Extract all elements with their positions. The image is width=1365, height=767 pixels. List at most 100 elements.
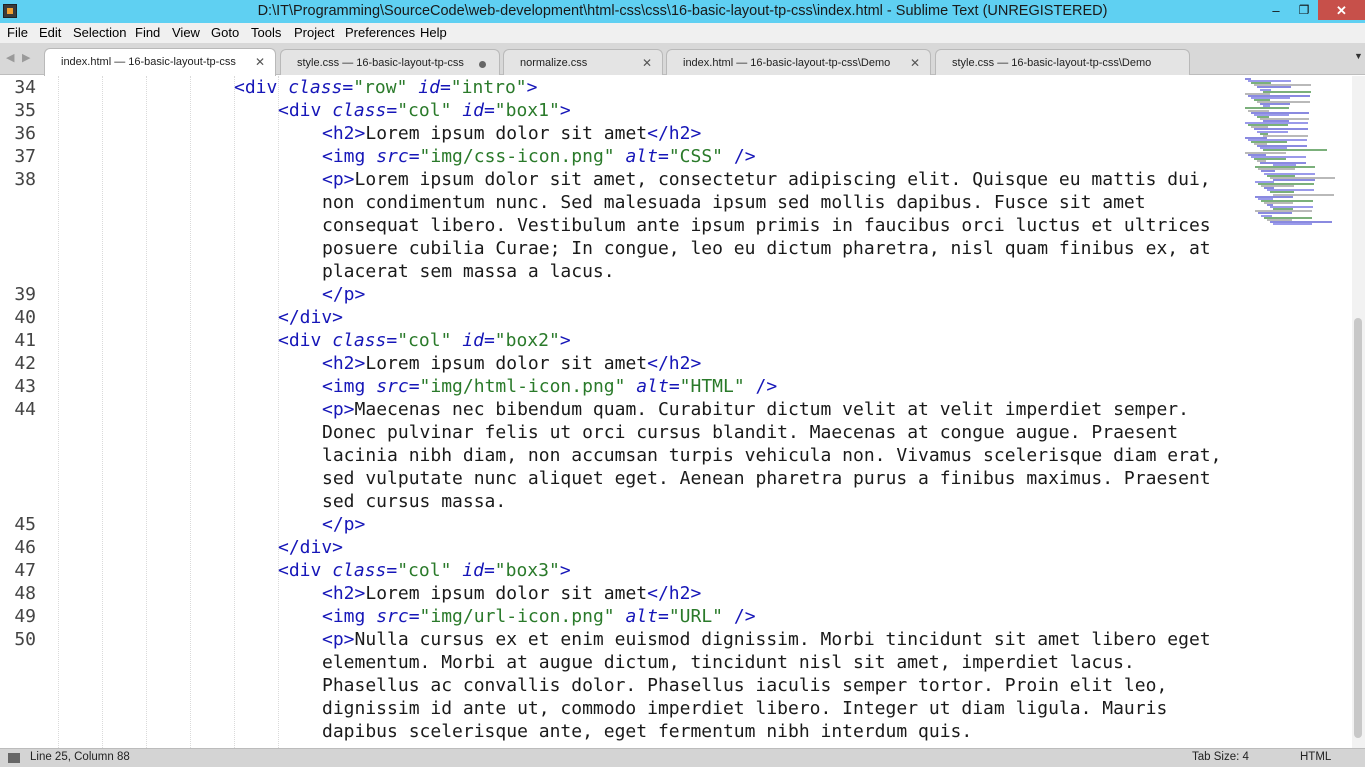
code-token: = [342,77,354,98]
code-line[interactable]: <p>Nulla cursus ex et enim euismod digni… [322,629,1211,650]
tab-close-icon[interactable]: ✕ [642,56,652,70]
menu-find[interactable]: Find [135,25,160,40]
tab-label: style.css — 16-basic-layout-tp-css [297,57,464,69]
code-line[interactable]: </p> [322,284,365,305]
code-line[interactable]: <div class="col" id="box3"> [278,560,571,581]
vertical-scrollbar[interactable] [1352,76,1365,748]
code-line[interactable]: elementum. Morbi at augue dictum, tincid… [322,652,1135,673]
code-token: id [418,77,440,98]
code-token: = [386,560,398,581]
code-token: = [408,376,420,397]
menu-goto[interactable]: Goto [211,25,239,40]
code-token: consequat libero. Vestibulum ante ipsum … [322,215,1211,236]
code-line[interactable]: <img src="img/css-icon.png" alt="CSS" /> [322,146,756,167]
menu-edit[interactable]: Edit [39,25,61,40]
code-token: <p> [322,399,355,420]
code-line[interactable]: </div> [278,537,343,558]
code-token: = [408,606,420,627]
code-line[interactable]: consequat libero. Vestibulum ante ipsum … [322,215,1211,236]
code-line[interactable]: <h2>Lorem ipsum dolor sit amet</h2> [322,583,701,604]
tab-demo-index-html[interactable]: index.html — 16-basic-layout-tp-css\Demo… [666,49,931,75]
code-token: alt [636,376,669,397]
code-token: "box1" [494,100,560,121]
menu-selection[interactable]: Selection [73,25,126,40]
tab-normalize-css[interactable]: normalize.css ✕ [503,49,663,75]
scroll-thumb[interactable] [1354,318,1362,738]
code-line[interactable]: non condimentum nunc. Sed malesuada ipsu… [322,192,1146,213]
maximize-button[interactable]: ❐ [1290,0,1318,21]
code-line[interactable]: <div class="col" id="box1"> [278,100,571,121]
code-token: "intro" [450,77,527,98]
menu-tools[interactable]: Tools [251,25,281,40]
code-line[interactable]: <h2>Lorem ipsum dolor sit amet</h2> [322,123,701,144]
code-line[interactable]: Phasellus ac convallis dolor. Phasellus … [322,675,1167,696]
code-token: "col" [397,100,452,121]
code-line[interactable]: <img src="img/html-icon.png" alt="HTML" … [322,376,777,397]
tab-label: index.html — 16-basic-layout-tp-css\Demo [683,57,891,69]
code-line[interactable]: <h2>Lorem ipsum dolor sit amet</h2> [322,353,701,374]
menu-view[interactable]: View [172,25,200,40]
code-token: src [376,606,409,627]
syntax-indicator[interactable]: HTML [1300,751,1331,763]
code-line[interactable]: sed cursus massa. [322,491,506,512]
close-button[interactable]: ✕ [1318,0,1365,20]
tab-demo-style-css[interactable]: style.css — 16-basic-layout-tp-css\Demo [935,49,1190,75]
code-line[interactable]: <img src="img/url-icon.png" alt="URL" /> [322,606,756,627]
code-token: dapibus scelerisque ante, eget fermentum… [322,721,973,742]
minimap[interactable] [1245,78,1355,238]
code-token: </p> [322,284,366,305]
code-line[interactable]: <p>Maecenas nec bibendum quam. Curabitur… [322,399,1189,420]
editor-area[interactable]: 34 35 36 37 38 39 40 41 42 43 44 45 46 47 48 49 50 <div … [0,76,1365,748]
code-line[interactable]: </div> [278,307,343,328]
code-line[interactable]: placerat sem massa a lacus. [322,261,615,282]
code-token: id [462,330,484,351]
code-line[interactable]: Donec pulvinar felis ut orci cursus blan… [322,422,1178,443]
code-token: <div [278,330,333,351]
code-view[interactable]: <div class="row" id="intro"> <div class="… [0,76,1240,748]
code-token: <img [322,146,377,167]
code-token: > [559,100,571,121]
tab-scroll-left-icon[interactable]: ◀ [6,51,14,64]
code-token: = [439,77,451,98]
tab-label: normalize.css [520,57,588,69]
unsaved-dot-icon[interactable] [479,61,486,68]
code-token: <div [278,100,333,121]
tab-style-css[interactable]: style.css — 16-basic-layout-tp-css [280,49,500,75]
tab-index-html[interactable]: index.html — 16-basic-layout-tp-css ✕ [44,48,276,76]
code-line[interactable]: dignissim id ante ut, commodo imperdiet … [322,698,1167,719]
code-token: <div [234,77,289,98]
tab-bar: ◀ ▶ index.html — 16-basic-layout-tp-css … [0,43,1365,76]
code-line[interactable]: </p> [322,514,365,535]
window-title: D:\IT\Programming\SourceCode\web-develop… [257,3,1108,19]
panel-toggle-icon[interactable] [8,753,20,763]
tab-size-indicator[interactable]: Tab Size: 4 [1192,751,1249,763]
code-line[interactable]: dapibus scelerisque ante, eget fermentum… [322,721,972,742]
code-token: src [376,376,409,397]
code-line[interactable]: <div class="col" id="box2"> [278,330,571,351]
menu-file[interactable]: File [7,25,28,40]
code-line[interactable]: lacinia nibh diam, non accumsan turpis v… [322,445,1221,466]
code-token: "img/css-icon.png" [419,146,615,167]
tab-list-dropdown-icon[interactable]: ▼ [1354,51,1363,61]
code-line[interactable]: posuere cubilia Curae; In congue, leo eu… [322,238,1211,259]
code-token: <div [278,560,333,581]
code-line[interactable]: <p>Lorem ipsum dolor sit amet, consectet… [322,169,1211,190]
tab-scroll-right-icon[interactable]: ▶ [22,51,30,64]
code-line[interactable]: <div class="row" id="intro"> [234,77,537,98]
code-token: Lorem ipsum dolor sit amet [365,583,648,604]
minimize-button[interactable]: – [1262,0,1290,21]
menu-preferences[interactable]: Preferences [345,25,415,40]
code-token: = [483,560,495,581]
tab-close-icon[interactable]: ✕ [910,56,920,70]
menu-help[interactable]: Help [420,25,447,40]
tab-close-icon[interactable]: ✕ [255,55,265,69]
code-line[interactable]: sed vulputate nunc aliquet eget. Aenean … [322,468,1211,489]
code-token: Nulla cursus ex et enim euismod dignissi… [354,629,1211,650]
code-token: <h2> [322,123,366,144]
menu-project[interactable]: Project [294,25,334,40]
code-token: src [376,146,409,167]
code-token: </p> [322,514,366,535]
code-token: Lorem ipsum dolor sit amet [365,353,648,374]
